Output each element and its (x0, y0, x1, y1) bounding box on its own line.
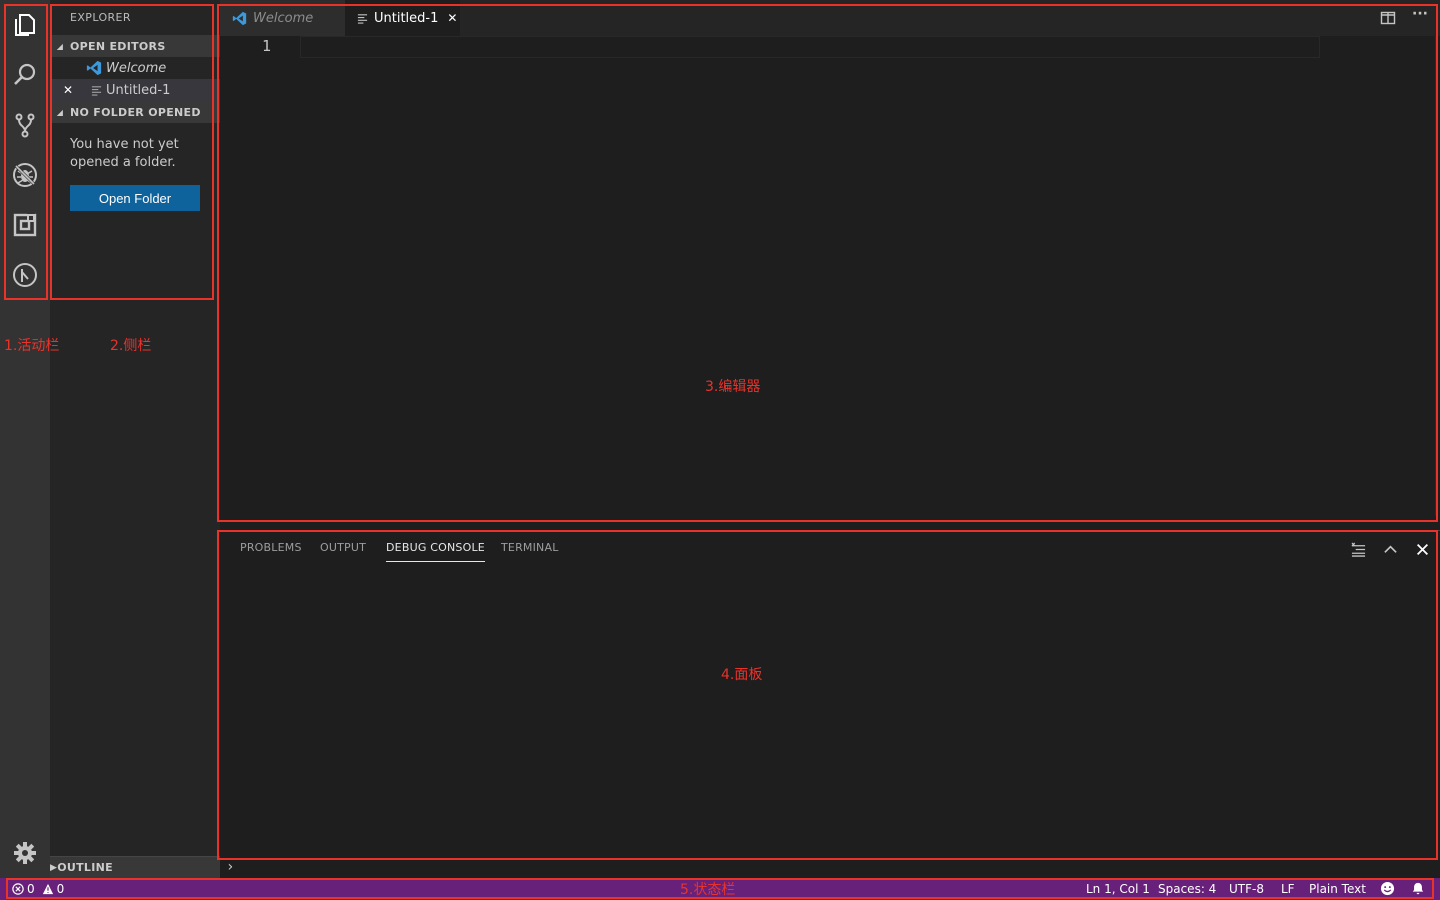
vscode-window: EXPLORER ◢ OPEN EDITORS Welcome ✕ Untitl… (0, 0, 1440, 900)
activity-bar-annotation: 1.活动栏 (4, 338, 60, 354)
repl-input-prompt[interactable]: › (226, 859, 234, 875)
settings-gear-icon[interactable] (5, 833, 45, 873)
editor-annotation: 3.编辑器 (705, 379, 761, 395)
panel-annotation-box (217, 530, 1438, 860)
editor-annotation-box (217, 4, 1438, 522)
panel-annotation: 4.面板 (721, 667, 763, 683)
sidebar-annotation: 2.侧栏 (110, 338, 152, 354)
outline-header[interactable]: ▶ OUTLINE (50, 856, 220, 878)
outline-label: OUTLINE (57, 861, 113, 874)
expand-triangle-icon: ▶ (50, 862, 58, 873)
sidebar-annotation-box (50, 4, 214, 300)
activity-bar-annotation-box (4, 4, 48, 300)
status-bar-annotation: 5.状态栏 (680, 882, 736, 898)
